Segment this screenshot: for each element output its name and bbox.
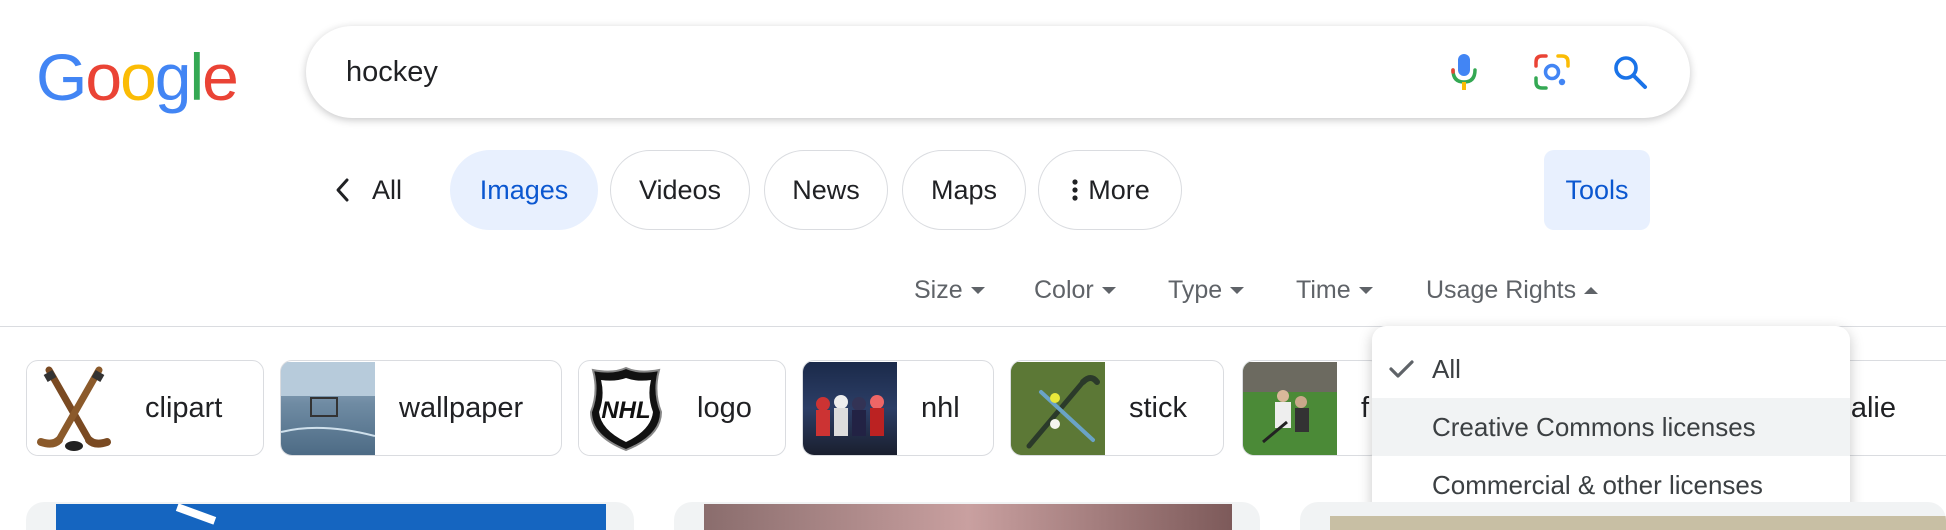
tool-filters: Size Color Type Time Usage Rights bbox=[0, 270, 1946, 310]
chip-field[interactable]: f bbox=[1242, 360, 1382, 456]
caret-down-icon bbox=[1101, 286, 1116, 294]
chip-stick[interactable]: stick bbox=[1010, 360, 1224, 456]
filter-time[interactable]: Time bbox=[1296, 270, 1373, 310]
usage-rights-menu: All Creative Commons licenses Commercial… bbox=[1372, 326, 1850, 518]
tab-images-label: Images bbox=[479, 174, 569, 205]
microphone-icon[interactable] bbox=[1444, 52, 1484, 92]
filter-type[interactable]: Type bbox=[1168, 270, 1245, 310]
tab-videos[interactable]: Videos bbox=[610, 150, 750, 230]
chip-label: stick bbox=[1129, 391, 1187, 424]
filter-type-label: Type bbox=[1168, 275, 1223, 304]
tools-button[interactable]: Tools bbox=[1544, 150, 1650, 230]
chip-thumbnail bbox=[803, 361, 897, 455]
filter-size[interactable]: Size bbox=[914, 270, 985, 310]
chip-thumbnail bbox=[27, 361, 121, 455]
image-result[interactable] bbox=[26, 502, 634, 530]
chip-label: logo bbox=[697, 391, 752, 424]
menu-item-label: All bbox=[1432, 353, 1461, 384]
tab-news-label: News bbox=[792, 174, 860, 205]
filter-size-label: Size bbox=[914, 275, 963, 304]
google-logo[interactable]: Google bbox=[36, 44, 239, 110]
chip-thumbnail bbox=[1011, 361, 1105, 455]
search-box bbox=[306, 26, 1690, 118]
search-tabs: All Images Videos News Maps More bbox=[0, 150, 1946, 230]
chip-thumbnail bbox=[1243, 361, 1337, 455]
image-result[interactable] bbox=[1300, 502, 1946, 530]
chip-label: clipart bbox=[145, 391, 223, 424]
usage-rights-option-creative-commons[interactable]: Creative Commons licenses bbox=[1372, 398, 1850, 456]
chip-label: nhl bbox=[921, 391, 960, 424]
tab-videos-label: Videos bbox=[638, 174, 722, 205]
caret-down-icon bbox=[1358, 286, 1373, 294]
chip-nhl[interactable]: nhl bbox=[802, 360, 994, 456]
more-vert-icon bbox=[1072, 179, 1078, 201]
tab-more[interactable]: More bbox=[1038, 150, 1182, 230]
menu-item-label: Commercial & other licenses bbox=[1432, 469, 1763, 500]
filter-usage-rights-label: Usage Rights bbox=[1426, 275, 1577, 304]
chip-thumbnail bbox=[281, 361, 375, 455]
menu-item-label: Creative Commons licenses bbox=[1432, 411, 1756, 442]
search-input[interactable] bbox=[346, 26, 1346, 118]
tab-images[interactable]: Images bbox=[450, 150, 598, 230]
check-icon bbox=[1389, 360, 1414, 378]
usage-rights-option-all[interactable]: All bbox=[1372, 340, 1850, 398]
chip-logo[interactable]: NHL logo bbox=[578, 360, 786, 456]
chip-label: f bbox=[1361, 391, 1370, 424]
chip-clipart[interactable]: clipart bbox=[26, 360, 264, 456]
caret-down-icon bbox=[970, 286, 985, 294]
tools-label: Tools bbox=[1565, 174, 1629, 205]
chevron-left-icon bbox=[336, 178, 349, 202]
image-result[interactable] bbox=[674, 502, 1260, 530]
filter-color-label: Color bbox=[1034, 275, 1094, 304]
filter-time-label: Time bbox=[1296, 275, 1351, 304]
tab-all-back[interactable]: All bbox=[332, 150, 442, 230]
chip-label: wallpaper bbox=[399, 391, 524, 424]
tab-all-label: All bbox=[372, 174, 403, 205]
filter-usage-rights[interactable]: Usage Rights bbox=[1426, 270, 1599, 310]
tab-maps[interactable]: Maps bbox=[902, 150, 1026, 230]
tab-more-label: More bbox=[1088, 174, 1150, 205]
svg-text:NHL: NHL bbox=[601, 397, 650, 424]
chip-thumbnail: NHL bbox=[579, 361, 673, 455]
tab-maps-label: Maps bbox=[930, 174, 998, 205]
filter-color[interactable]: Color bbox=[1034, 270, 1116, 310]
search-icon[interactable] bbox=[1610, 52, 1650, 92]
caret-up-icon bbox=[1584, 286, 1599, 294]
chip-wallpaper[interactable]: wallpaper bbox=[280, 360, 562, 456]
tab-news[interactable]: News bbox=[764, 150, 888, 230]
camera-lens-icon[interactable] bbox=[1532, 52, 1572, 92]
caret-down-icon bbox=[1230, 286, 1245, 294]
